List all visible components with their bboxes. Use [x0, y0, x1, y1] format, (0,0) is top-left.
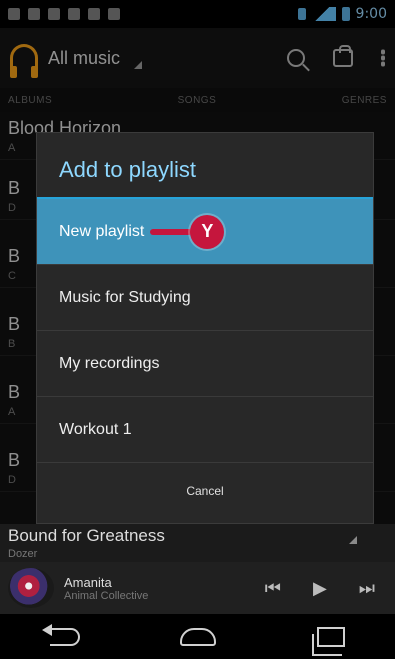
home-icon[interactable] [180, 627, 217, 646]
option-label: New playlist [59, 222, 145, 240]
list-item-title: B [8, 450, 21, 470]
overflow-menu-icon[interactable] [381, 49, 385, 67]
option-label: My recordings [59, 354, 160, 372]
search-icon[interactable] [287, 49, 305, 67]
list-item-subtitle: Dozer [8, 548, 38, 560]
gamepad-icon [108, 8, 120, 20]
message-icon [8, 8, 20, 20]
tab-genres[interactable]: GENRES [342, 95, 387, 106]
list-item-subtitle: D [8, 202, 16, 214]
playlist-option[interactable]: Workout 1 [37, 397, 373, 463]
action-bar: All music [0, 28, 395, 88]
next-icon[interactable]: ⏭ [359, 578, 375, 599]
cancel-button[interactable]: Cancel [37, 463, 373, 519]
list-item-subtitle: D [8, 474, 16, 486]
shop-icon[interactable] [333, 45, 353, 67]
spinner-indicator [134, 61, 143, 69]
list-item-title: B [8, 246, 21, 266]
option-label: Music for Studying [59, 288, 191, 306]
clock: 9:00 [355, 6, 387, 22]
artist-name: Animal Collective [64, 589, 149, 602]
notification-icons [8, 8, 120, 20]
context-menu-indicator[interactable] [349, 536, 357, 544]
tab-songs[interactable]: SONGS [178, 95, 217, 106]
back-icon[interactable] [42, 623, 81, 646]
option-label: Workout 1 [59, 420, 132, 438]
list-item-title: B [8, 314, 21, 334]
playlist-option[interactable]: My recordings [37, 331, 373, 397]
gallery-icon [28, 8, 40, 20]
library-spinner-label[interactable]: All music [48, 48, 120, 69]
shop-bag-icon [68, 8, 80, 20]
recent-apps-icon[interactable] [311, 626, 345, 656]
status-bar: 9:00 [0, 0, 395, 28]
list-item-title: Bound for Greatness [8, 526, 165, 545]
system-icons: 9:00 [297, 6, 387, 22]
tab-albums[interactable]: ALBUMS [8, 95, 52, 106]
headphones-icon[interactable] [10, 44, 38, 78]
album-art[interactable] [8, 568, 54, 608]
callout-annotation: Y [150, 214, 225, 249]
list-item-subtitle: B [8, 338, 16, 350]
category-tabs: ALBUMS SONGS GENRES [0, 88, 395, 112]
list-item-subtitle: A [8, 142, 16, 154]
play-icon[interactable]: ▶ [313, 578, 327, 599]
system-navigation-bar [0, 614, 395, 659]
signal-icon [311, 7, 336, 21]
battery-icon [341, 7, 350, 21]
callout-arrow [150, 228, 193, 235]
list-item-subtitle: A [8, 406, 16, 418]
list-item-subtitle: C [8, 270, 16, 282]
callout-badge: Y [190, 214, 225, 249]
new-playlist-option[interactable]: New playlist Y [37, 199, 373, 265]
list-item-title: B [8, 382, 21, 402]
sd-card-icon [48, 8, 60, 20]
track-title: Amanita [64, 574, 112, 590]
dialog-title: Add to playlist [37, 133, 373, 199]
playlist-option[interactable]: Music for Studying [37, 265, 373, 331]
shop-bag-icon [88, 8, 100, 20]
list-item-title: B [8, 178, 21, 198]
list-item[interactable]: Bound for Greatness Dozer [0, 524, 395, 562]
add-to-playlist-dialog: Add to playlist New playlist Y Music for… [36, 132, 374, 524]
bluetooth-icon [297, 8, 306, 20]
now-playing-bar[interactable]: Amanita Animal Collective ⏮ ▶ ⏭ [0, 562, 395, 614]
previous-icon[interactable]: ⏮ [265, 578, 281, 599]
